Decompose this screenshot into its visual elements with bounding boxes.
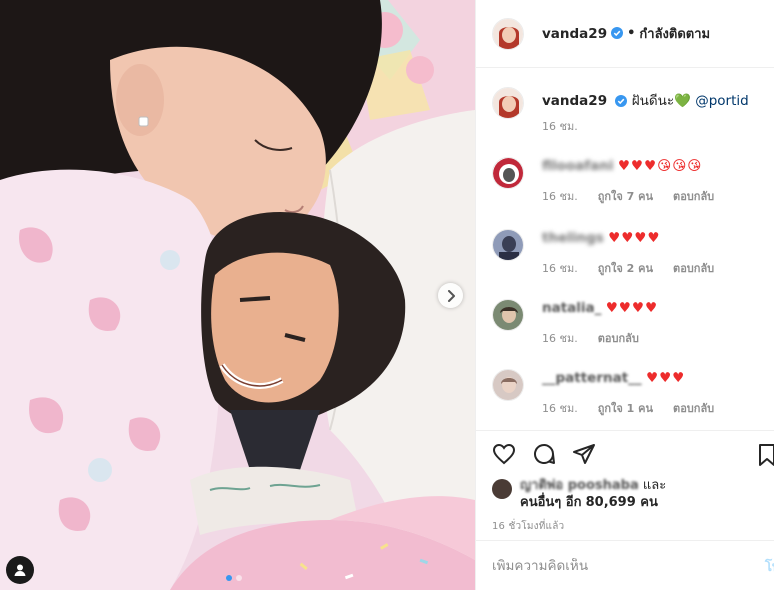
reply-button[interactable]: ตอบกลับ: [673, 259, 714, 277]
commenter-username[interactable]: fllooafani: [542, 158, 614, 174]
comment-meta: 16 ชม. ตอบกลับ: [542, 329, 658, 347]
add-comment-bar: โพ: [476, 540, 774, 590]
comment-body: __patternat__ ♥♥♥: [542, 369, 714, 387]
author-username[interactable]: vanda29: [542, 26, 607, 42]
caption-mention[interactable]: @portid: [695, 93, 749, 109]
carousel-indicator: [226, 575, 242, 581]
comment-text: ♥♥♥😘😘😘: [617, 158, 703, 174]
post-photo[interactable]: [0, 0, 475, 590]
liked-by[interactable]: ญาติพ่อ pooshaba และ คนอื่นๆ อีก 80,699 …: [492, 477, 759, 511]
user-tag-icon: [14, 564, 26, 576]
verified-icon: [611, 24, 624, 43]
commenter-avatar[interactable]: [492, 157, 524, 189]
post-actions: ญาติพ่อ pooshaba และ คนอื่นๆ อีก 80,699 …: [476, 430, 774, 540]
comment-time[interactable]: 16 ชม.: [542, 187, 578, 205]
liked-by-user[interactable]: ญาติพ่อ pooshaba: [520, 478, 639, 493]
user-tag-button[interactable]: [6, 556, 34, 584]
verified-icon: [615, 89, 628, 117]
comment-likes[interactable]: ถูกใจ 2 คน: [598, 259, 653, 277]
comment-body: natalia_ ♥♥♥♥: [542, 299, 658, 317]
caption-meta: 16 ชม.: [542, 117, 749, 135]
caption-body: ฝันดีนะ: [631, 93, 675, 109]
bookmark-icon[interactable]: [757, 443, 774, 467]
comment-time[interactable]: 16 ชม.: [542, 399, 578, 417]
caption: vanda29 ฝันดีนะ💚 @portid 16 ชม.: [492, 87, 749, 135]
next-slide-button[interactable]: [438, 283, 463, 308]
likes-count[interactable]: 80,699 คน: [586, 495, 658, 510]
liked-by-avatar: [492, 479, 512, 499]
post-comment-button[interactable]: โพ: [765, 555, 774, 577]
comment-text: ♥♥♥♥: [605, 300, 659, 316]
post-timestamp[interactable]: 16 ชั่วโมงที่แล้ว: [492, 519, 759, 534]
comment-time[interactable]: 16 ชม.: [542, 329, 578, 347]
following-button[interactable]: กำลังติดตาม: [639, 23, 710, 44]
comment-meta: 16 ชม. ถูกใจ 1 คน ตอบกลับ: [542, 399, 714, 417]
commenter-avatar[interactable]: [492, 229, 524, 261]
likes-others-prefix[interactable]: คนอื่นๆ อีก: [520, 495, 581, 510]
comment-item: __patternat__ ♥♥♥ 16 ชม. ถูกใจ 1 คน ตอบก…: [492, 369, 774, 417]
comment-input[interactable]: [492, 557, 732, 574]
commenter-username[interactable]: natalia_: [542, 300, 601, 316]
reply-button[interactable]: ตอบกลับ: [673, 187, 714, 205]
carousel-dot-1: [226, 575, 232, 581]
caption-author[interactable]: vanda29: [542, 93, 607, 109]
post-side-panel: vanda29 • กำลังติดตาม vanda29 ฝันดีนะ💚 @…: [475, 0, 774, 590]
comment-body: fllooafani ♥♥♥😘😘😘: [542, 157, 714, 175]
heart-icon[interactable]: [492, 442, 516, 466]
comment-item: natalia_ ♥♥♥♥ 16 ชม. ตอบกลับ: [492, 299, 774, 347]
comment-item: fllooafani ♥♥♥😘😘😘 16 ชม. ถูกใจ 7 คน ตอบก…: [492, 157, 774, 205]
comment-meta: 16 ชม. ถูกใจ 2 คน ตอบกลับ: [542, 259, 714, 277]
share-icon[interactable]: [572, 442, 596, 466]
comment-meta: 16 ชม. ถูกใจ 7 คน ตอบกลับ: [542, 187, 714, 205]
commenter-avatar[interactable]: [492, 369, 524, 401]
caption-text: vanda29 ฝันดีนะ💚 @portid: [542, 87, 749, 117]
liked-by-text: ญาติพ่อ pooshaba และ คนอื่นๆ อีก 80,699 …: [520, 477, 666, 511]
green-heart-emoji: 💚: [674, 93, 691, 109]
caption-avatar-image: [493, 88, 523, 118]
photo-scene: [0, 0, 475, 590]
comment-likes[interactable]: ถูกใจ 7 คน: [598, 187, 653, 205]
comment-likes[interactable]: ถูกใจ 1 คน: [598, 399, 653, 417]
comment-text: ♥♥♥: [645, 370, 686, 386]
comment-time[interactable]: 16 ชม.: [542, 259, 578, 277]
liked-by-connector: และ: [642, 478, 667, 493]
instagram-post-viewer: vanda29 • กำลังติดตาม vanda29 ฝันดีนะ💚 @…: [0, 0, 774, 590]
reply-button[interactable]: ตอบกลับ: [673, 399, 714, 417]
commenter-avatar-image: [493, 370, 523, 400]
comment-body: thelings ♥♥♥♥: [542, 229, 714, 247]
carousel-dot-2: [236, 575, 242, 581]
chevron-right-icon: [447, 289, 455, 302]
comment-icon[interactable]: [532, 442, 556, 466]
comment-item: thelings ♥♥♥♥ 16 ชม. ถูกใจ 2 คน ตอบกลับ: [492, 229, 774, 277]
comment-text: ♥♥♥♥: [608, 230, 661, 246]
commenter-avatar-image: [493, 230, 523, 260]
commenter-avatar-image: [493, 158, 523, 188]
commenter-username[interactable]: thelings: [542, 230, 604, 246]
commenter-avatar-image: [493, 300, 523, 330]
reply-button[interactable]: ตอบกลับ: [598, 329, 639, 347]
commenter-username[interactable]: __patternat__: [542, 370, 642, 386]
author-avatar-image: [493, 18, 523, 49]
comments-list[interactable]: vanda29 ฝันดีนะ💚 @portid 16 ชม. fllooafa…: [476, 69, 774, 429]
commenter-avatar[interactable]: [492, 299, 524, 331]
author-avatar[interactable]: [492, 17, 524, 50]
action-bar: [492, 441, 774, 467]
post-header: vanda29 • กำลังติดตาม: [476, 0, 774, 68]
caption-author-avatar[interactable]: [492, 87, 524, 119]
caption-time[interactable]: 16 ชม.: [542, 117, 578, 135]
header-separator: •: [627, 26, 636, 41]
